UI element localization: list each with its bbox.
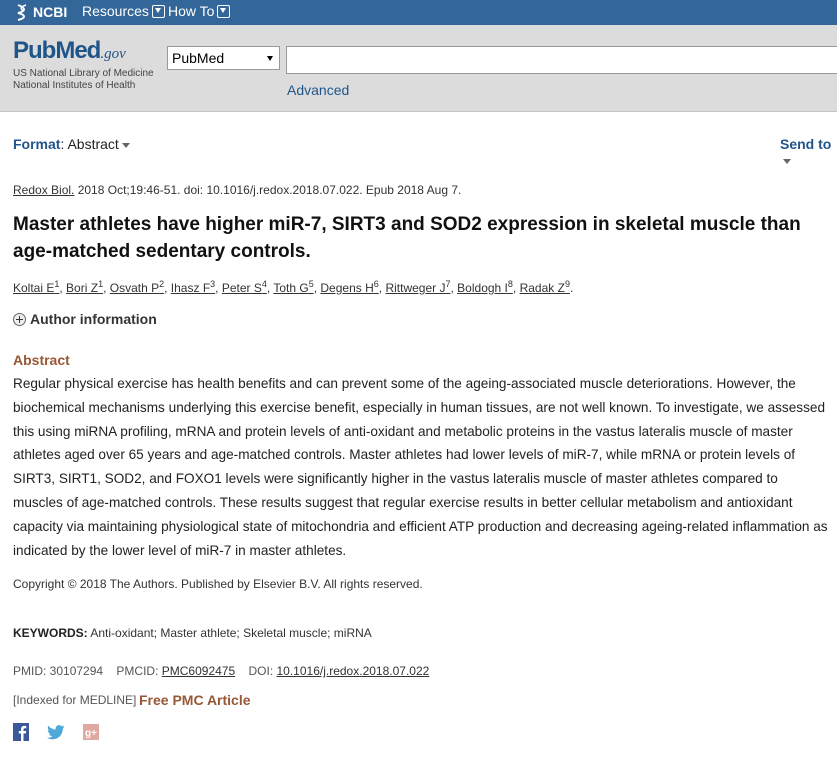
author-link[interactable]: Radak Z9 [520,279,570,295]
pubmed-logo-line1: US National Library of Medicine [13,68,154,79]
social-share-bar: g+ [13,723,99,741]
howto-label: How To [168,3,215,19]
journal-link[interactable]: Redox Biol. [13,183,74,197]
author-link[interactable]: Degens H6 [320,279,378,295]
author-separator: . [569,281,574,295]
ncbi-logo[interactable]: NCBI [14,3,67,21]
pmcid-link[interactable]: PMC6092475 [162,664,235,678]
format-label: Format [13,136,61,152]
pubmed-logo-line2: National Institutes of Health [13,80,136,91]
dropdown-arrow-icon [267,56,273,61]
medline-index-note: [Indexed for MEDLINE] [13,693,137,707]
citation-line: Redox Biol. 2018 Oct;19:46-51. doi: 10.1… [13,183,461,197]
author-separator: , [164,281,171,295]
pubmed-wordmark: PubMed.gov [13,37,126,64]
send-to-button[interactable]: Send to [780,136,837,168]
database-select[interactable]: PubMed [167,46,280,70]
pubmed-logo[interactable]: PubMed.gov US National Library of Medici… [13,37,154,92]
facebook-icon[interactable] [13,723,29,741]
author-information-label: Author information [30,311,157,327]
keywords-values: Anti-oxidant; Master athlete; Skeletal m… [87,626,372,640]
identifiers-line: PMID: 30107294 PMCID: PMC6092475 DOI: 10… [13,664,429,678]
pmid-text: PMID: 30107294 [13,664,104,678]
free-pmc-article-link[interactable]: Free PMC Article [139,692,251,708]
database-select-value: PubMed [172,50,225,66]
keywords-label: KEYWORDS: [13,626,88,640]
author-information-toggle[interactable]: Author information [13,311,157,327]
howto-menu[interactable]: How To [168,3,231,19]
doi-label: DOI: [248,664,277,678]
author-separator: , [215,281,222,295]
author-link[interactable]: Bori Z1 [66,279,103,295]
doi-link[interactable]: 10.1016/j.redox.2018.07.022 [277,664,430,678]
author-link[interactable]: Koltai E1 [13,279,59,295]
search-header: PubMed.gov US National Library of Medici… [0,25,837,112]
ncbi-label: NCBI [33,4,68,20]
author-link[interactable]: Boldogh I8 [457,279,513,295]
chevron-down-icon [217,4,231,18]
ncbi-helix-icon [17,4,27,21]
keywords-line: KEYWORDS: Anti-oxidant; Master athlete; … [13,626,372,640]
author-link[interactable]: Ihasz F3 [171,279,215,295]
author-separator: , [103,281,110,295]
abstract-body: Regular physical exercise has health ben… [13,376,828,558]
resources-menu[interactable]: Resources [82,3,165,19]
author-link[interactable]: Peter S4 [222,279,267,295]
twitter-icon[interactable] [47,724,65,740]
pmcid-label: PMCID: [116,664,162,678]
citation-details: 2018 Oct;19:46-51. doi: 10.1016/j.redox.… [74,183,462,197]
copyright-notice: Copyright © 2018 The Authors. Published … [13,577,423,591]
author-separator: , [512,281,520,295]
resources-label: Resources [82,3,149,19]
advanced-search-link[interactable]: Advanced [287,82,349,98]
author-list: Koltai E1, Bori Z1, Osvath P2, Ihasz F3,… [13,279,573,295]
author-link[interactable]: Toth G5 [273,279,313,295]
ncbi-top-bar: NCBI Resources How To [0,0,837,25]
author-link[interactable]: Rittweger J7 [385,279,450,295]
svg-text:g+: g+ [85,728,97,739]
caret-down-icon [783,158,791,164]
expand-plus-icon [13,312,26,326]
author-link[interactable]: Osvath P2 [110,279,164,295]
search-input[interactable] [286,46,837,74]
chevron-down-icon [151,4,165,18]
caret-down-icon [121,142,130,148]
google-plus-icon[interactable]: g+ [83,724,99,740]
send-to-label: Send to [780,136,832,152]
article-title: Master athletes have higher miR-7, SIRT3… [13,214,801,262]
format-selector[interactable]: Format: Abstract [13,136,130,152]
format-value: : Abstract [60,136,119,152]
abstract-heading: Abstract [13,352,70,368]
